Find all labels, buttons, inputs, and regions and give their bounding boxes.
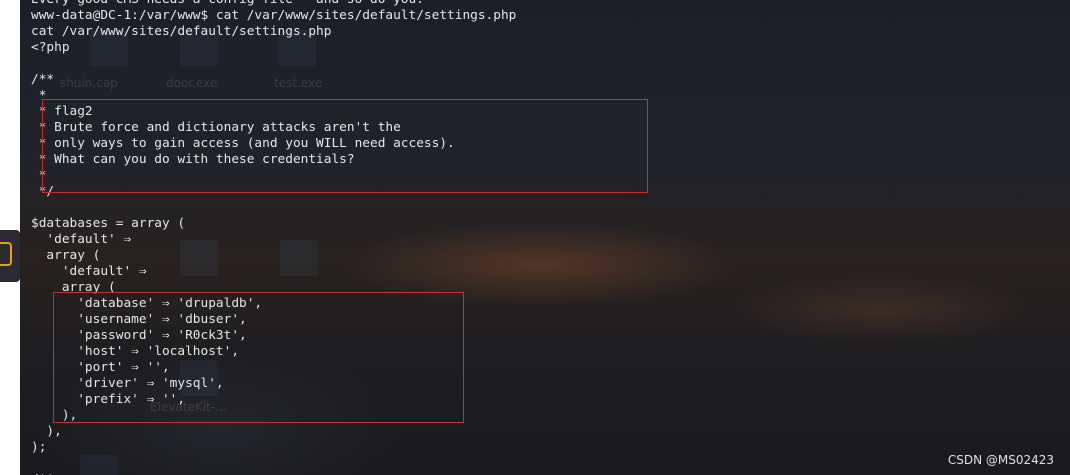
watermark: CSDN @MS02423: [947, 453, 1054, 467]
terminal-line: <?php: [31, 40, 70, 55]
credentials-highlight-box: [53, 292, 464, 423]
terminal-line: ),: [31, 424, 62, 439]
terminal-line: 'default' ⇒: [31, 264, 147, 279]
terminal-line: Every good CMS needs a config file - and…: [31, 0, 516, 8]
terminal-line: /**: [31, 72, 55, 87]
terminal-window[interactable]: shuin.cap door.exe test.exe ElevateKit-.…: [20, 0, 1070, 475]
terminal-line: 'default' ⇒: [31, 232, 132, 247]
flag2-highlight-box: [42, 99, 648, 193]
terminal-line: $databases = array (: [31, 216, 186, 231]
side-tab-icon: [0, 242, 12, 266]
terminal-line: cat /var/www/sites/default/settings.php: [31, 24, 332, 39]
side-tab[interactable]: [0, 230, 20, 282]
terminal-line: www-data@DC-1:/var/www$ cat /var/www/sit…: [31, 8, 517, 23]
terminal-line: array (: [31, 248, 101, 263]
terminal-line: );: [31, 440, 47, 455]
